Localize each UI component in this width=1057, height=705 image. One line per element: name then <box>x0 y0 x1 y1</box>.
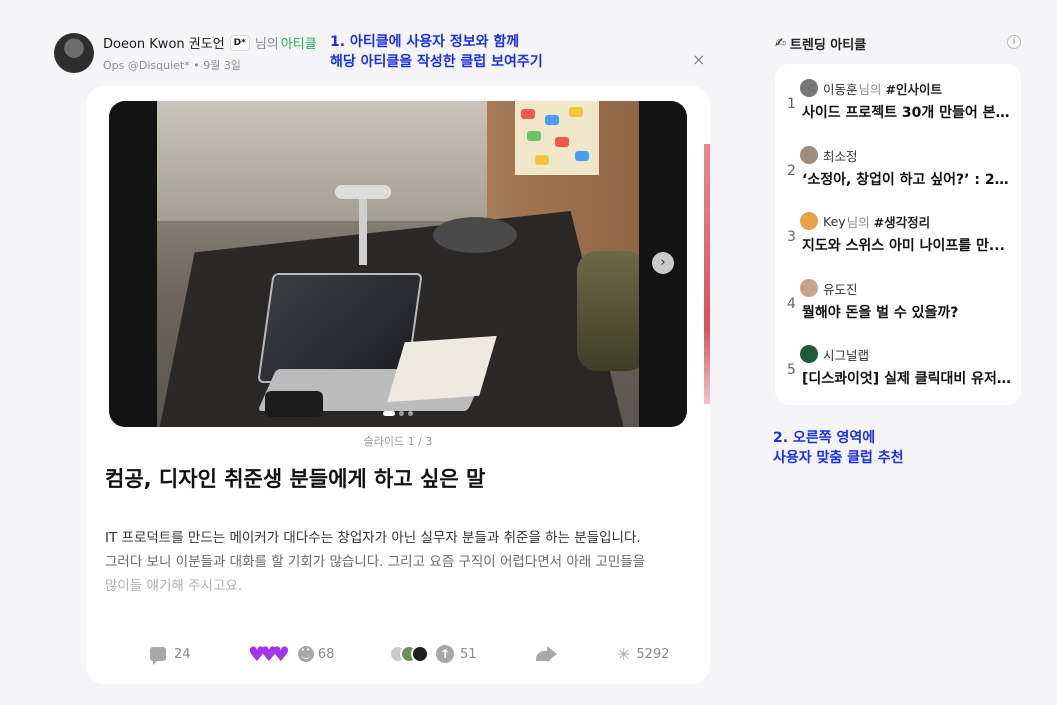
trending-article-title[interactable]: 지도와 스위스 아미 나이프를 만... <box>802 235 1012 255</box>
author-badge: D* <box>229 34 250 51</box>
post-body: IT 프로덕트를 만드는 메이커가 대다수는 창업자가 아닌 실무자 분들과 취… <box>105 526 685 598</box>
trending-club-tag[interactable]: #생각정리 <box>874 212 930 231</box>
trending-nim: 님의 <box>858 81 882 97</box>
upvote-count: 51 <box>460 646 477 662</box>
reaction-count: 68 <box>317 646 335 662</box>
author-line: Doeon Kwon 권도언 D* 님의 아티클 <box>103 33 317 52</box>
trending-nim: 님의 <box>846 214 870 230</box>
trending-rank: 3 <box>787 229 796 245</box>
trending-article-title[interactable]: ‘소정아, 창업이 하고 싶어?’ : 22... <box>802 169 1012 189</box>
views-counter: ✳ 5292 <box>617 642 670 666</box>
trending-author: Key 님의 #생각정리 <box>800 211 930 231</box>
post-actions: 24 ♥♥♥ 68 ↑ 51 ✳ 5292 <box>86 642 710 666</box>
author-avatar <box>800 212 818 230</box>
trending-list: 1 이동훈 님의 #인사이트 사이드 프로젝트 30개 만들어 본 ... 2 … <box>775 64 1021 405</box>
author-info: Doeon Kwon 권도언 D* 님의 아티클 Ops @Disquiet* … <box>103 33 317 73</box>
upvoter-avatars <box>389 645 429 663</box>
author-nim-text: 님의 <box>254 37 279 52</box>
carousel-next-slide-peek[interactable] <box>695 104 710 424</box>
image-carousel[interactable]: › <box>109 101 687 427</box>
annotation-note-1-line-1: 1. 아티클에 사용자 정보와 함께 <box>330 34 520 50</box>
share-icon <box>536 646 558 662</box>
author-avatar <box>800 146 818 164</box>
trending-title: 트렌딩 아티클 <box>789 38 867 53</box>
trending-rank: 2 <box>787 163 796 179</box>
trending-rank: 5 <box>787 362 796 378</box>
slide-label: 슬라이드 1 / 3 <box>363 435 433 448</box>
carousel-dot[interactable] <box>399 411 404 416</box>
info-icon[interactable]: i <box>1007 35 1021 49</box>
trending-article-title[interactable]: 뭘해야 돈을 벌 수 있을까? <box>802 302 1012 322</box>
trending-author-name: 유도진 <box>823 281 858 297</box>
post-body-line: 많이들 얘기해 주시고요. <box>105 578 243 594</box>
trending-author: 최소정 <box>800 145 858 165</box>
views-count: 5292 <box>636 646 670 662</box>
trending-author: 이동훈 님의 #인사이트 <box>800 78 942 98</box>
post-body-line: 그러다 보니 이분들과 대화를 할 기회가 많습니다. 그리고 요즘 구직이 어… <box>105 554 646 570</box>
trending-article-title[interactable]: 사이드 프로젝트 30개 만들어 본 ... <box>802 102 1012 122</box>
trending-author-name: Key <box>823 213 846 229</box>
share-button[interactable] <box>536 642 558 666</box>
trending-author-name: 시그널랩 <box>823 347 870 363</box>
views-icon: ✳ <box>617 644 631 664</box>
carousel-dots <box>383 411 413 416</box>
upvote-icon: ↑ <box>436 645 454 663</box>
trending-author: 유도진 <box>800 278 858 298</box>
upvote-button[interactable]: ↑ 51 <box>389 642 477 666</box>
trending-author-name: 이동훈 <box>823 81 858 97</box>
trending-author-name: 최소정 <box>823 148 858 164</box>
close-icon[interactable]: × <box>692 52 705 68</box>
trending-header: ✍ 트렌딩 아티클 i <box>775 34 1021 53</box>
post-author-header: Doeon Kwon 권도언 D* 님의 아티클 Ops @Disquiet* … <box>54 33 317 73</box>
carousel-next-button[interactable]: › <box>652 252 674 274</box>
annotation-note-2: 2. 오른쪽 영역에 사용자 맞춤 클럽 추천 <box>773 428 904 468</box>
post-title[interactable]: 컴공, 디자인 취준생 분들에게 하고 싶은 말 <box>105 463 485 493</box>
trending-item[interactable]: 2 최소정 ‘소정아, 창업이 하고 싶어?’ : 22... <box>775 145 1021 205</box>
trending-item[interactable]: 1 이동훈 님의 #인사이트 사이드 프로젝트 30개 만들어 본 ... <box>775 78 1021 138</box>
author-avatar <box>800 279 818 297</box>
author-name[interactable]: Doeon Kwon 권도언 <box>103 33 225 52</box>
trending-article-title[interactable]: [디스콰이엇] 실제 클릭대비 유저 ... <box>802 368 1012 388</box>
annotation-note-1-line-2: 해당 아티클을 작성한 클럽 보여주기 <box>330 54 543 70</box>
post-card: › 슬라이드 1 / 3 컴공, 디자인 취준생 분들에게 하고 싶은 말 IT… <box>86 86 710 684</box>
comment-count: 24 <box>174 646 191 662</box>
trending-rank: 1 <box>787 96 796 112</box>
carousel-photo <box>157 101 639 427</box>
annotation-note-1: 1. 아티클에 사용자 정보와 함께 해당 아티클을 작성한 클럽 보여주기 <box>330 32 543 72</box>
annotation-note-2-line-2: 사용자 맞춤 클럽 추천 <box>773 450 904 466</box>
trending-club-tag[interactable]: #인사이트 <box>886 79 942 98</box>
heart-icon: ♥ ♥ ♥ <box>248 642 290 666</box>
post-body-line: IT 프로덕트를 만드는 메이커가 대다수는 창업자가 아닌 실무자 분들과 취… <box>105 530 641 546</box>
trending-author: 시그널랩 <box>800 344 869 364</box>
author-avatar[interactable] <box>54 33 94 73</box>
reaction-button[interactable]: ♥♥♥ 68 <box>248 642 334 666</box>
author-avatar <box>800 345 818 363</box>
trending-rank: 4 <box>787 296 796 312</box>
trending-item[interactable]: 4 유도진 뭘해야 돈을 벌 수 있을까? <box>775 278 1021 338</box>
comment-icon <box>150 647 166 665</box>
smile-icon[interactable] <box>297 646 314 662</box>
author-meta: Ops @Disquiet* • 9월 3일 <box>103 59 241 72</box>
author-avatar <box>800 79 818 97</box>
comment-button[interactable]: 24 <box>150 642 191 666</box>
carousel-dot[interactable] <box>408 411 413 416</box>
annotation-note-2-line-1: 2. 오른쪽 영역에 <box>773 430 876 446</box>
trending-item[interactable]: 3 Key 님의 #생각정리 지도와 스위스 아미 나이프를 만... <box>775 211 1021 271</box>
pen-icon: ✍ <box>775 36 786 51</box>
carousel-dot[interactable] <box>383 411 395 416</box>
trending-item[interactable]: 5 시그널랩 [디스콰이엇] 실제 클릭대비 유저 ... <box>775 344 1021 404</box>
club-link[interactable]: 아티클 <box>281 33 317 52</box>
